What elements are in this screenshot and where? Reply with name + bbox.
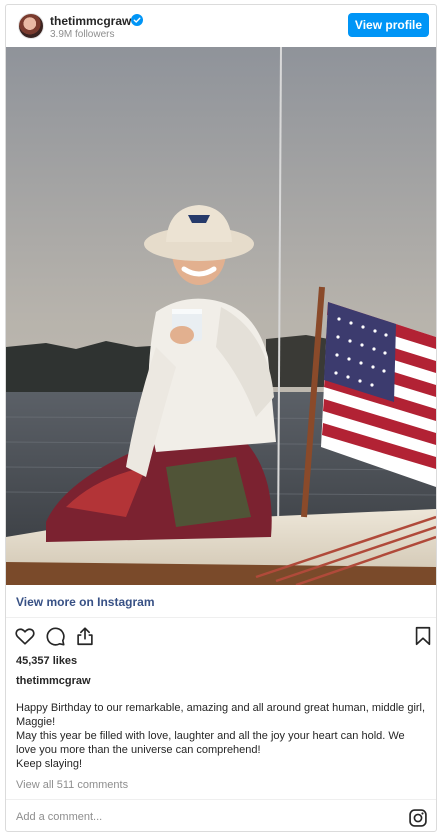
view-profile-button[interactable]: View profile <box>348 13 429 37</box>
add-comment-input[interactable] <box>16 808 376 826</box>
post-caption: Happy Birthday to our remarkable, amazin… <box>16 701 426 771</box>
caption-line: May this year be filled with love, laugh… <box>16 730 405 756</box>
follower-count: 3.9M followers <box>50 29 115 40</box>
action-bar <box>14 625 431 649</box>
caption-username[interactable]: thetimmcgraw <box>16 675 91 687</box>
caption-line: Happy Birthday to our remarkable, amazin… <box>16 702 426 728</box>
bookmark-icon[interactable] <box>412 625 434 647</box>
post-image[interactable] <box>6 47 436 585</box>
comment-icon[interactable] <box>44 625 66 647</box>
caption-line: Keep slaying! <box>16 758 83 770</box>
avatar[interactable] <box>18 13 44 39</box>
divider <box>6 799 436 800</box>
heart-icon[interactable] <box>14 625 36 647</box>
view-all-comments-link[interactable]: View all 511 comments <box>16 779 128 791</box>
like-count[interactable]: 45,357 likes <box>16 655 77 667</box>
view-more-on-instagram-link[interactable]: View more on Instagram <box>16 595 155 609</box>
post-photo <box>6 47 436 585</box>
verified-badge-icon <box>131 14 143 26</box>
divider <box>6 617 436 618</box>
username[interactable]: thetimmcgraw <box>50 14 131 28</box>
instagram-embed-card: thetimmcgraw 3.9M followers View profile <box>5 4 437 832</box>
post-header: thetimmcgraw 3.9M followers View profile <box>6 5 436 47</box>
share-icon[interactable] <box>74 625 96 647</box>
instagram-logo-icon[interactable] <box>408 808 428 828</box>
